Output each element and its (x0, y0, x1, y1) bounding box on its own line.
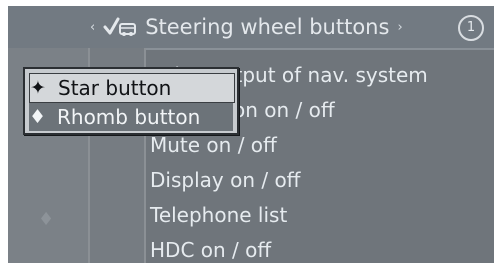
popup-option-label: Star button (58, 76, 172, 100)
left-arrow-icon[interactable]: ‹ (90, 20, 95, 35)
menu-item-telephone-list[interactable]: Telephone list (150, 198, 428, 233)
diamond-faint-icon: ♦ (38, 209, 55, 230)
steering-car-icon (103, 17, 137, 36)
popup-option-label: Rhomb button (57, 105, 201, 129)
rhomb-icon: ♦ (29, 106, 47, 128)
title-bar: ‹ Steering wheel buttons › 1 (8, 6, 494, 50)
menu-item-hdc[interactable]: HDC on / off (150, 233, 428, 263)
popup-option-star[interactable]: ✦ Star button (29, 73, 235, 103)
right-arrow-icon[interactable]: › (397, 20, 402, 35)
star-icon: ✦ (30, 77, 46, 99)
display-screen: ‹ Steering wheel buttons › 1 ♦ Voice out… (8, 6, 494, 263)
title-group: ‹ Steering wheel buttons › (90, 15, 403, 39)
button-select-popup: ✦ Star button ♦ Rhomb button (23, 67, 239, 135)
popup-option-rhomb[interactable]: ♦ Rhomb button (29, 103, 233, 131)
page-number-badge: 1 (458, 15, 484, 41)
menu-item-display[interactable]: Display on / off (150, 163, 428, 198)
page-title: Steering wheel buttons (145, 15, 390, 39)
